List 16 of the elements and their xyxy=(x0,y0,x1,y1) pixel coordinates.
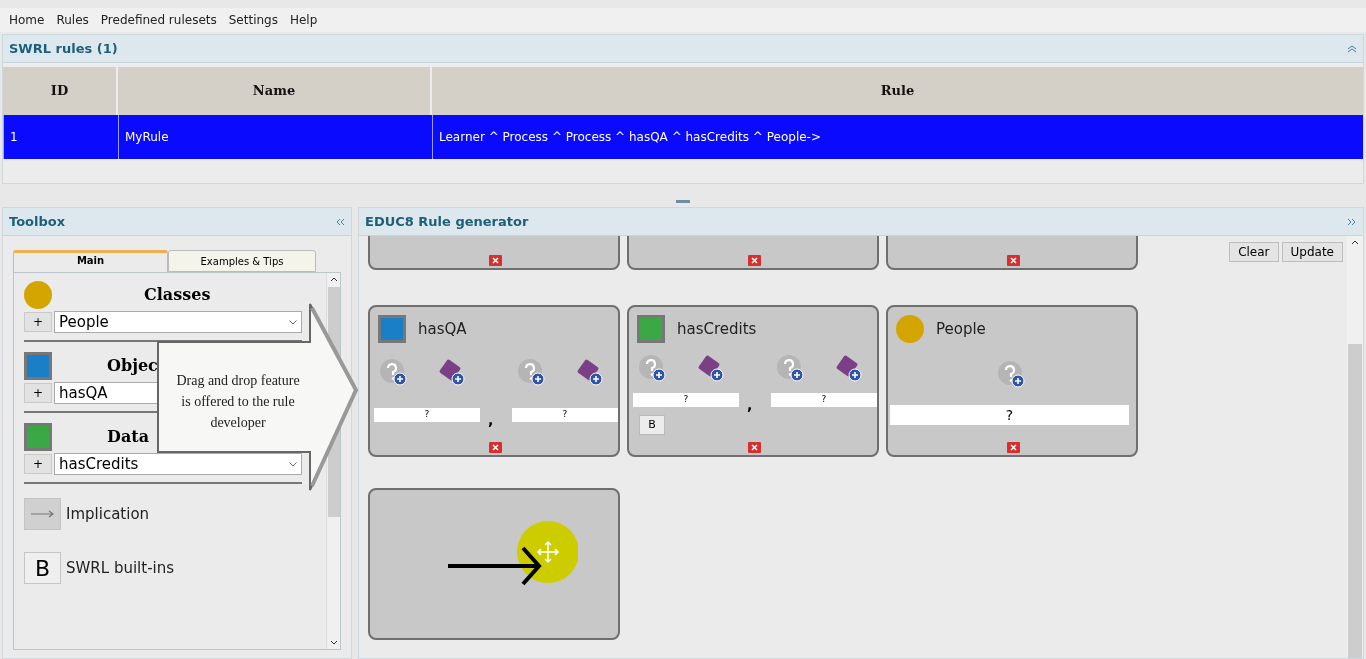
atom-name: People xyxy=(936,318,986,340)
item-label: SWRL built-ins xyxy=(66,557,175,579)
table-cell: MyRule xyxy=(118,115,430,159)
panel-title: EDUC8 Rule generator xyxy=(365,212,529,231)
atom-name: hasQA xyxy=(418,318,467,340)
section-heading: Data xyxy=(107,426,149,448)
separator: , xyxy=(747,396,753,415)
separator: , xyxy=(488,411,494,430)
callout-tooltip: Drag and drop feature is offered to the rule developer xyxy=(156,302,360,492)
item-label: Implication xyxy=(66,503,150,525)
panel-title: SWRL rules (1) xyxy=(9,39,118,58)
table-cell: 1 xyxy=(3,115,116,159)
atom-name: hasCredits xyxy=(677,318,757,340)
panel-title: Toolbox xyxy=(9,212,66,231)
table-cell: Learner ^ Process ^ Process ^ hasQA ^ hasCredits ^ People-> xyxy=(432,115,1363,159)
section-heading: Objec xyxy=(107,355,158,377)
